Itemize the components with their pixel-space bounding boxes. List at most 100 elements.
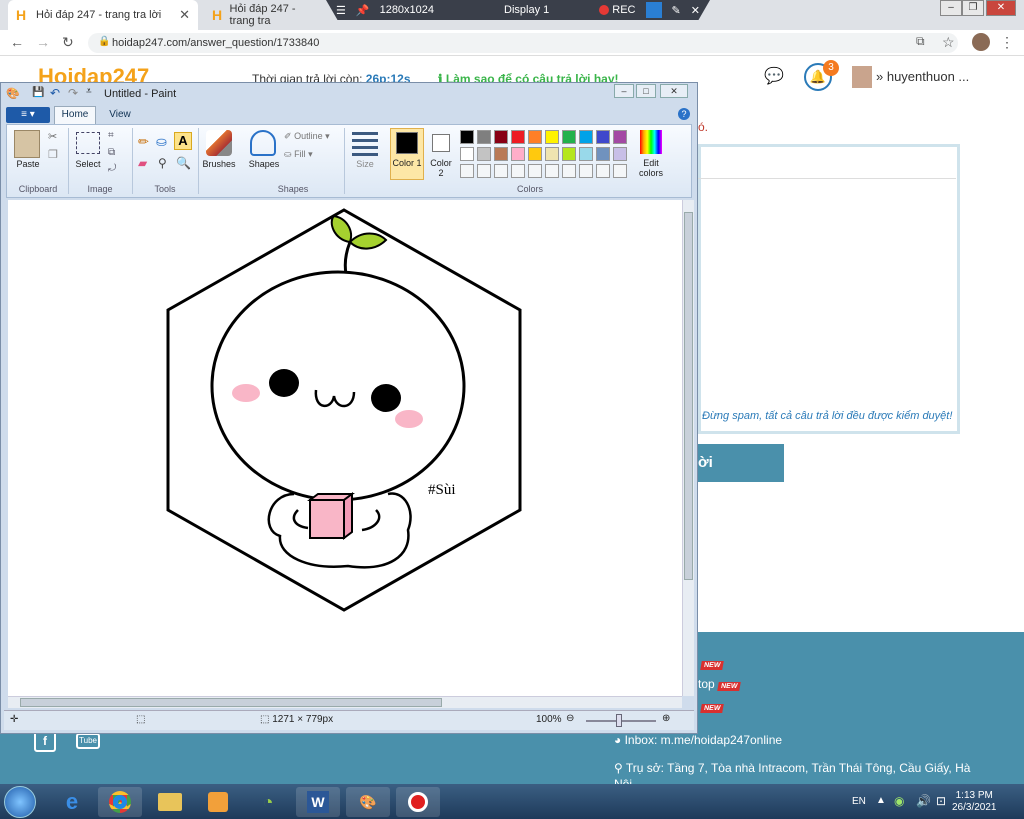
color-swatch[interactable] [562,130,576,144]
user-avatar[interactable] [852,66,872,88]
language-indicator[interactable]: EN [852,796,866,807]
color-swatch[interactable] [596,130,610,144]
outline-dropdown[interactable]: ✐ Outline ▾ [284,131,330,142]
paint-close-button[interactable]: ✕ [660,84,688,98]
fill-bucket-icon[interactable]: ⛀ [156,134,167,150]
pen-icon[interactable]: ✎ [672,4,681,17]
color-swatch[interactable] [545,147,559,161]
rec-button[interactable]: REC [599,4,636,16]
color-swatch[interactable] [579,130,593,144]
vertical-scrollbar[interactable] [682,200,694,696]
volume-icon[interactable]: 🔊 [916,794,931,808]
color-swatch[interactable] [613,164,627,178]
youtube-icon[interactable]: Tube [76,733,100,749]
stop-icon[interactable] [645,2,662,18]
eraser-icon[interactable]: ▰ [138,156,147,170]
record-taskbar-icon[interactable] [396,787,440,817]
help-icon[interactable]: ? [678,108,690,120]
tab-view[interactable]: View [100,106,140,124]
color-swatch[interactable] [511,164,525,178]
zoom-slider-thumb[interactable] [616,714,622,727]
start-button[interactable] [4,786,36,818]
color-swatch[interactable] [545,130,559,144]
color-swatch[interactable] [460,164,474,178]
back-icon[interactable]: ← [10,34,24,50]
translate-icon[interactable]: ⧉ [916,34,925,49]
paint-canvas[interactable]: #Sùi [8,200,682,696]
color-swatch[interactable] [528,130,542,144]
pencil-icon[interactable]: ✏ [138,134,149,150]
color-swatch[interactable] [562,164,576,178]
color2-swatch[interactable] [432,134,450,152]
color-swatch[interactable] [579,147,593,161]
pin-icon[interactable]: 📌 [356,4,370,17]
chat-icon[interactable]: 💬 [764,66,784,86]
chrome-icon[interactable] [98,787,142,817]
color-swatch[interactable] [579,164,593,178]
undo-icon[interactable]: ↶ [50,86,60,100]
paint-maximize-button[interactable]: □ [636,84,656,98]
recorder-app-icon[interactable]: ◔ [246,787,290,817]
paint-minimize-button[interactable]: – [614,84,634,98]
network-icon[interactable]: ◉ [894,794,904,808]
action-center-icon[interactable]: ⊡ [936,794,946,808]
color-swatch[interactable] [477,130,491,144]
color-swatch[interactable] [528,164,542,178]
footer-link-1[interactable]: NEW [698,656,725,670]
customize-qat-icon[interactable]: ⩡ [86,86,92,97]
menu-icon[interactable]: ☰ [336,4,346,17]
brushes-icon[interactable] [206,130,232,156]
footer-link-3[interactable]: NEW [698,699,725,713]
color-swatch[interactable] [494,164,508,178]
color-swatch[interactable] [494,147,508,161]
color-swatch[interactable] [460,147,474,161]
reload-icon[interactable]: ↻ [62,34,74,51]
size-icon[interactable] [352,132,378,156]
paint-taskbar-icon[interactable]: 🎨 [346,787,390,817]
close-icon[interactable]: ✕ [179,7,190,23]
color-swatch[interactable] [596,164,610,178]
horizontal-scroll-thumb[interactable] [20,698,442,707]
word-icon[interactable]: W [296,787,340,817]
color-swatch[interactable] [613,130,627,144]
magnifier-icon[interactable]: 🔍 [176,156,191,170]
cut-icon[interactable]: ✂ [48,130,57,143]
color-swatch[interactable] [613,147,627,161]
horizontal-scrollbar[interactable] [8,696,682,708]
footer-link-2[interactable]: top NEW [698,677,741,691]
save-icon[interactable]: 💾 [32,87,44,98]
browser-tab-1[interactable]: H Hỏi đáp 247 - trang tra lời ✕ [8,0,198,30]
fill-dropdown[interactable]: ⛀ Fill ▾ [284,149,313,160]
system-clock[interactable]: 1:13 PM 26/3/2021 [952,790,997,814]
user-menu[interactable]: » huyenthuon ... [876,69,969,84]
star-icon[interactable]: ☆ [942,34,955,51]
paint-file-menu[interactable]: ≡ ▾ [6,107,50,123]
submit-answer-button[interactable]: ời [698,444,784,482]
close-icon[interactable]: ✕ [691,4,700,17]
color-swatch[interactable] [545,164,559,178]
color-swatch[interactable] [511,147,525,161]
copy-icon[interactable]: ❐ [48,148,58,161]
color-swatch[interactable] [528,147,542,161]
url-input[interactable]: hoidap247.com/answer_question/1733840 [88,33,958,53]
color-swatch[interactable] [511,130,525,144]
redo-icon[interactable]: ↷ [68,86,78,100]
vertical-scroll-thumb[interactable] [684,212,693,580]
color-swatch[interactable] [477,147,491,161]
media-player-icon[interactable] [196,787,240,817]
color-swatch[interactable] [562,147,576,161]
color-swatch[interactable] [477,164,491,178]
tray-expand-icon[interactable]: ▲ [876,795,886,806]
zoom-in-icon[interactable]: ⊕ [662,713,670,724]
crop-icon[interactable]: ⌗ [108,130,114,141]
profile-avatar[interactable] [972,33,990,51]
shapes-icon[interactable] [250,130,276,156]
maximize-button[interactable]: ❐ [962,0,984,16]
internet-explorer-icon[interactable]: e [50,787,94,817]
more-menu-icon[interactable]: ⋮ [1000,34,1014,51]
paste-icon[interactable] [14,130,40,158]
color-swatch[interactable] [460,130,474,144]
color-picker-icon[interactable]: ⚲ [158,156,167,170]
zoom-out-icon[interactable]: ⊖ [566,713,574,724]
rotate-icon[interactable]: ⤾ [108,163,116,174]
